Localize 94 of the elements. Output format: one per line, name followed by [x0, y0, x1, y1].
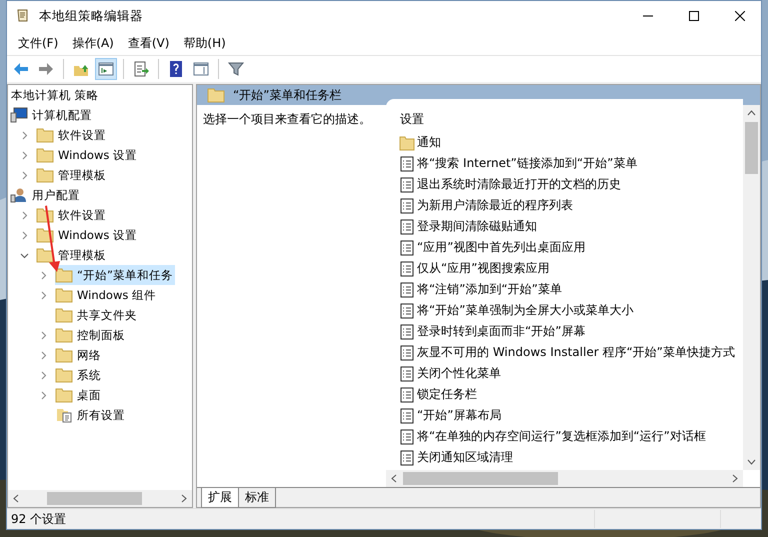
setting-item[interactable]: 为新用户清除最近的程序列表 — [399, 195, 743, 216]
chevron-right-icon[interactable] — [39, 270, 48, 280]
settings-file-icon — [55, 407, 73, 423]
setting-item[interactable]: 关闭通知区域清理 — [399, 447, 743, 468]
description-text: 选择一个项目来查看它的描述。 — [203, 112, 371, 126]
chevron-right-icon[interactable] — [39, 370, 48, 380]
horizontal-scrollbar[interactable] — [386, 470, 743, 487]
setting-item[interactable]: 将“搜索 Internet”链接添加到“开始”菜单 — [399, 153, 743, 174]
column-header[interactable]: 设置 — [400, 112, 424, 126]
window-title: 本地组策略编辑器 — [39, 8, 143, 24]
tree-item[interactable]: 管理模板 — [36, 165, 108, 185]
tree-item[interactable]: 用户配置 — [10, 185, 82, 205]
folder-icon — [55, 307, 73, 323]
folder-icon — [55, 347, 73, 363]
chevron-down-icon[interactable] — [20, 250, 29, 260]
user-icon — [10, 187, 28, 203]
folder-icon — [36, 167, 54, 183]
scroll-thumb[interactable] — [403, 472, 558, 485]
maximize-icon[interactable] — [689, 11, 699, 21]
setting-icon — [399, 450, 415, 466]
menu-item[interactable]: 帮助(H) — [176, 32, 233, 54]
folder-icon — [36, 147, 54, 163]
chevron-right-icon[interactable] — [20, 230, 29, 240]
setting-item[interactable]: 退出系统时清除最近打开的文档的历史 — [399, 174, 743, 195]
chevron-right-icon[interactable] — [20, 130, 29, 140]
chevron-right-icon[interactable] — [20, 150, 29, 160]
setting-item[interactable]: 将“在单独的内存空间运行”复选框添加到“运行”对话框 — [399, 426, 743, 447]
menu-item[interactable]: 文件(F) — [11, 32, 66, 54]
chevron-right-icon[interactable] — [39, 290, 48, 300]
tree-item[interactable]: 共享文件夹 — [55, 305, 139, 325]
folder-icon — [55, 327, 73, 343]
setting-item[interactable]: 将“注销”添加到“开始”菜单 — [399, 279, 743, 300]
tree-item[interactable]: 计算机配置 — [10, 105, 94, 125]
setting-icon — [399, 302, 415, 318]
folder-icon — [36, 247, 54, 263]
tree-item[interactable]: 软件设置 — [36, 125, 108, 145]
setting-item[interactable]: 登录期间清除磁贴通知 — [399, 216, 743, 237]
setting-item[interactable]: “应用”视图中首先列出桌面应用 — [399, 237, 743, 258]
tab[interactable]: 扩展 — [201, 488, 239, 508]
setting-icon — [399, 408, 415, 424]
folder-icon — [36, 127, 54, 143]
folder-icon — [399, 134, 415, 150]
setting-item[interactable]: 将“开始”菜单强制为全屏大小或菜单大小 — [399, 300, 743, 321]
setting-icon — [399, 218, 415, 234]
menu-item[interactable]: 查看(V) — [120, 32, 176, 54]
setting-item[interactable]: 锁定任务栏 — [399, 384, 743, 405]
folder-icon — [55, 287, 73, 303]
chevron-right-icon[interactable] — [20, 170, 29, 180]
setting-item[interactable]: 灰显不可用的 Windows Installer 程序“开始”菜单快捷方式 — [399, 342, 743, 363]
setting-icon — [399, 156, 415, 172]
setting-item[interactable]: 关闭个性化菜单 — [399, 363, 743, 384]
setting-item[interactable]: 登录时转到桌面而非“开始”屏幕 — [399, 321, 743, 342]
horizontal-scrollbar[interactable] — [8, 490, 192, 507]
tree-item[interactable]: 控制面板 — [55, 325, 127, 345]
setting-icon — [399, 386, 415, 402]
tree-item[interactable]: Windows 组件 — [55, 285, 158, 305]
tree-item[interactable]: 管理模板 — [36, 245, 108, 265]
setting-item[interactable]: 仅从“应用”视图搜索应用 — [399, 258, 743, 279]
tree-item[interactable]: 系统 — [55, 365, 103, 385]
tree-root[interactable]: 本地计算机 策略 — [8, 88, 99, 102]
setting-icon — [399, 344, 415, 360]
computer-icon — [10, 107, 28, 123]
setting-icon — [399, 240, 415, 256]
chevron-right-icon[interactable] — [39, 390, 48, 400]
chevron-right-icon[interactable] — [20, 210, 29, 220]
scroll-thumb[interactable] — [47, 492, 142, 505]
scroll-thumb[interactable] — [745, 122, 758, 174]
tree-item[interactable]: 所有设置 — [55, 405, 127, 425]
setting-item[interactable]: “开始”屏幕布局 — [399, 405, 743, 426]
tab[interactable]: 标准 — [238, 488, 276, 508]
tree-item[interactable]: 网络 — [55, 345, 103, 365]
tree-item[interactable]: 桌面 — [55, 385, 103, 405]
folder-icon — [55, 387, 73, 403]
chevron-right-icon[interactable] — [39, 350, 48, 360]
vertical-scrollbar[interactable] — [743, 105, 760, 470]
tree-item[interactable]: Windows 设置 — [36, 145, 139, 165]
tree-pane-icon[interactable] — [95, 58, 117, 80]
folder-icon — [55, 267, 73, 283]
chevron-right-icon[interactable] — [39, 330, 48, 340]
setting-icon — [399, 282, 415, 298]
folder-icon — [207, 87, 225, 103]
folder-icon — [55, 367, 73, 383]
setting-icon — [399, 324, 415, 340]
setting-icon — [399, 366, 415, 382]
setting-icon — [399, 198, 415, 214]
setting-icon — [399, 260, 415, 276]
status-text: 92 个设置 — [11, 510, 66, 528]
setting-item[interactable]: 通知 — [399, 132, 743, 153]
header-title: “开始”菜单和任务栏 — [233, 86, 342, 104]
tree-item[interactable]: “开始”菜单和任务 — [55, 265, 175, 285]
setting-icon — [399, 176, 415, 192]
close-icon[interactable] — [735, 11, 745, 21]
menu-item[interactable]: 操作(A) — [65, 32, 121, 54]
setting-icon — [399, 428, 415, 444]
